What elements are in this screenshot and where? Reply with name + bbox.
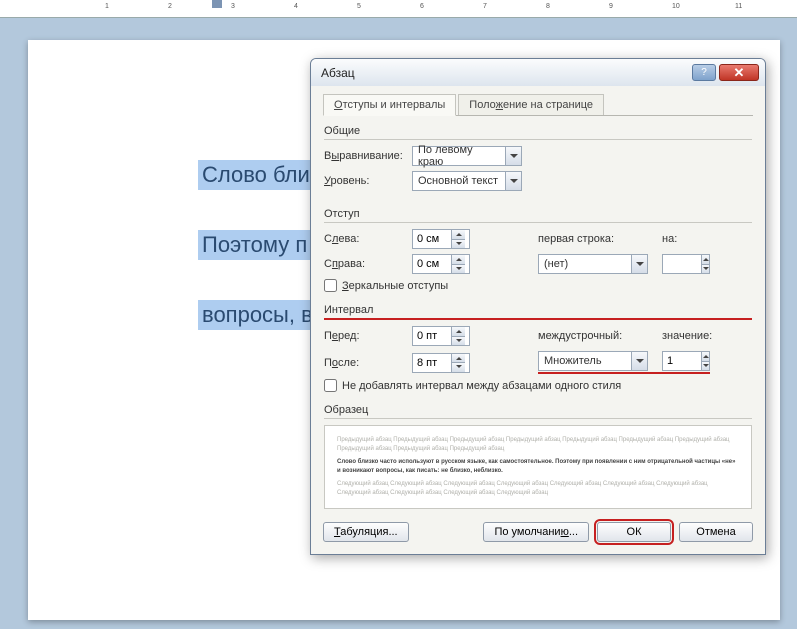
group-indent: Отступ Слева: первая строка: на: Справа:…: [323, 205, 753, 293]
outline-level-label: Уровень:: [324, 175, 412, 187]
spin-up-icon[interactable]: [452, 230, 465, 240]
spacing-after-label: После:: [324, 357, 412, 369]
spin-down-icon[interactable]: [452, 265, 465, 274]
group-title: Общие: [324, 123, 752, 140]
preview-current-text: Слово близко часто используют в русском …: [337, 458, 739, 476]
preview-prev-text: Предыдущий абзац Предыдущий абзац Предыд…: [337, 436, 739, 454]
indent-left-label: Слева:: [324, 233, 412, 245]
chevron-down-icon[interactable]: [505, 147, 521, 165]
group-title: Образец: [324, 402, 752, 419]
outline-level-combo[interactable]: Основной текст: [412, 171, 522, 191]
line-spacing-combo[interactable]: Множитель: [538, 351, 648, 371]
chevron-down-icon[interactable]: [631, 352, 647, 370]
tab-indents-spacing[interactable]: Отступы и интервалы: [323, 94, 456, 116]
ruler-mark: 2: [168, 3, 172, 10]
ruler-mark: 7: [483, 3, 487, 10]
spacing-before-label: Перед:: [324, 330, 412, 342]
help-button[interactable]: ?: [692, 64, 716, 81]
ruler-mark: 10: [672, 3, 680, 10]
by-label: на:: [662, 233, 692, 245]
ruler-mark: 9: [609, 3, 613, 10]
spin-down-icon[interactable]: [702, 362, 709, 371]
spin-down-icon[interactable]: [452, 337, 465, 346]
tabs-button[interactable]: Табуляция...: [323, 522, 409, 542]
set-default-button[interactable]: По умолчанию...: [483, 522, 589, 542]
ruler-mark: 11: [735, 3, 742, 10]
selected-text[interactable]: вопросы, в: [198, 300, 317, 330]
spin-up-icon[interactable]: [452, 255, 465, 265]
spin-down-icon[interactable]: [452, 363, 465, 372]
alignment-label: Выравнивание:: [324, 150, 412, 162]
tab-page-position[interactable]: Положение на странице: [458, 94, 604, 115]
selected-text[interactable]: Поэтому п: [198, 230, 311, 260]
selected-text[interactable]: Слово бли: [198, 160, 314, 190]
mirror-indents-checkbox[interactable]: Зеркальные отступы: [324, 279, 752, 292]
chevron-down-icon[interactable]: [505, 172, 521, 190]
ruler-mark: 1: [105, 3, 109, 10]
spin-up-icon[interactable]: [452, 327, 465, 337]
alignment-combo[interactable]: По левому краю: [412, 146, 522, 166]
group-title: Интервал: [324, 302, 752, 320]
ruler-mark: 4: [294, 3, 298, 10]
spin-up-icon[interactable]: [452, 354, 465, 364]
horizontal-ruler[interactable]: 1 2 3 4 5 6 7 8 9 10 11: [0, 0, 797, 18]
paragraph-dialog: Абзац ? ✕ Отступы и интервалы Положение …: [310, 58, 766, 555]
group-preview: Образец Предыдущий абзац Предыдущий абза…: [323, 401, 753, 510]
no-space-same-style-checkbox[interactable]: Не добавлять интервал между абзацами одн…: [324, 379, 752, 392]
dialog-title: Абзац: [321, 66, 692, 80]
ok-button[interactable]: ОК: [597, 522, 671, 542]
spin-down-icon[interactable]: [452, 240, 465, 249]
line-spacing-label: междустрочный:: [538, 330, 636, 342]
group-spacing: Интервал Перед: междустрочный: значение:…: [323, 301, 753, 393]
preview-box: Предыдущий абзац Предыдущий абзац Предыд…: [324, 425, 752, 509]
ruler-mark: 8: [546, 3, 550, 10]
line-spacing-at-label: значение:: [662, 330, 718, 342]
line-spacing-at-spinner[interactable]: [662, 351, 710, 371]
spacing-after-spinner[interactable]: [412, 353, 470, 373]
group-title: Отступ: [324, 206, 752, 223]
dialog-button-row: Табуляция... По умолчанию... ОК Отмена: [323, 522, 753, 542]
first-line-combo[interactable]: (нет): [538, 254, 648, 274]
spin-up-icon[interactable]: [702, 255, 709, 265]
dialog-tabs: Отступы и интервалы Положение на страниц…: [323, 94, 753, 116]
spin-up-icon[interactable]: [702, 352, 709, 362]
cancel-button[interactable]: Отмена: [679, 522, 753, 542]
indent-left-spinner[interactable]: [412, 229, 470, 249]
group-general: Общие Выравнивание: По левому краю Урове…: [323, 122, 753, 197]
dialog-titlebar[interactable]: Абзац ? ✕: [311, 59, 765, 86]
indent-right-spinner[interactable]: [412, 254, 470, 274]
first-line-label: первая строка:: [538, 233, 636, 245]
chevron-down-icon[interactable]: [631, 255, 647, 273]
preview-next-text: Следующий абзац Следующий абзац Следующи…: [337, 480, 739, 498]
ruler-mark: 3: [231, 3, 235, 10]
spacing-before-spinner[interactable]: [412, 326, 470, 346]
indent-right-label: Справа:: [324, 258, 412, 270]
indent-marker[interactable]: [212, 0, 222, 8]
spin-down-icon[interactable]: [702, 265, 709, 274]
ruler-mark: 6: [420, 3, 424, 10]
close-button[interactable]: ✕: [719, 64, 759, 81]
ruler-mark: 5: [357, 3, 361, 10]
first-line-by-spinner[interactable]: [662, 254, 710, 274]
